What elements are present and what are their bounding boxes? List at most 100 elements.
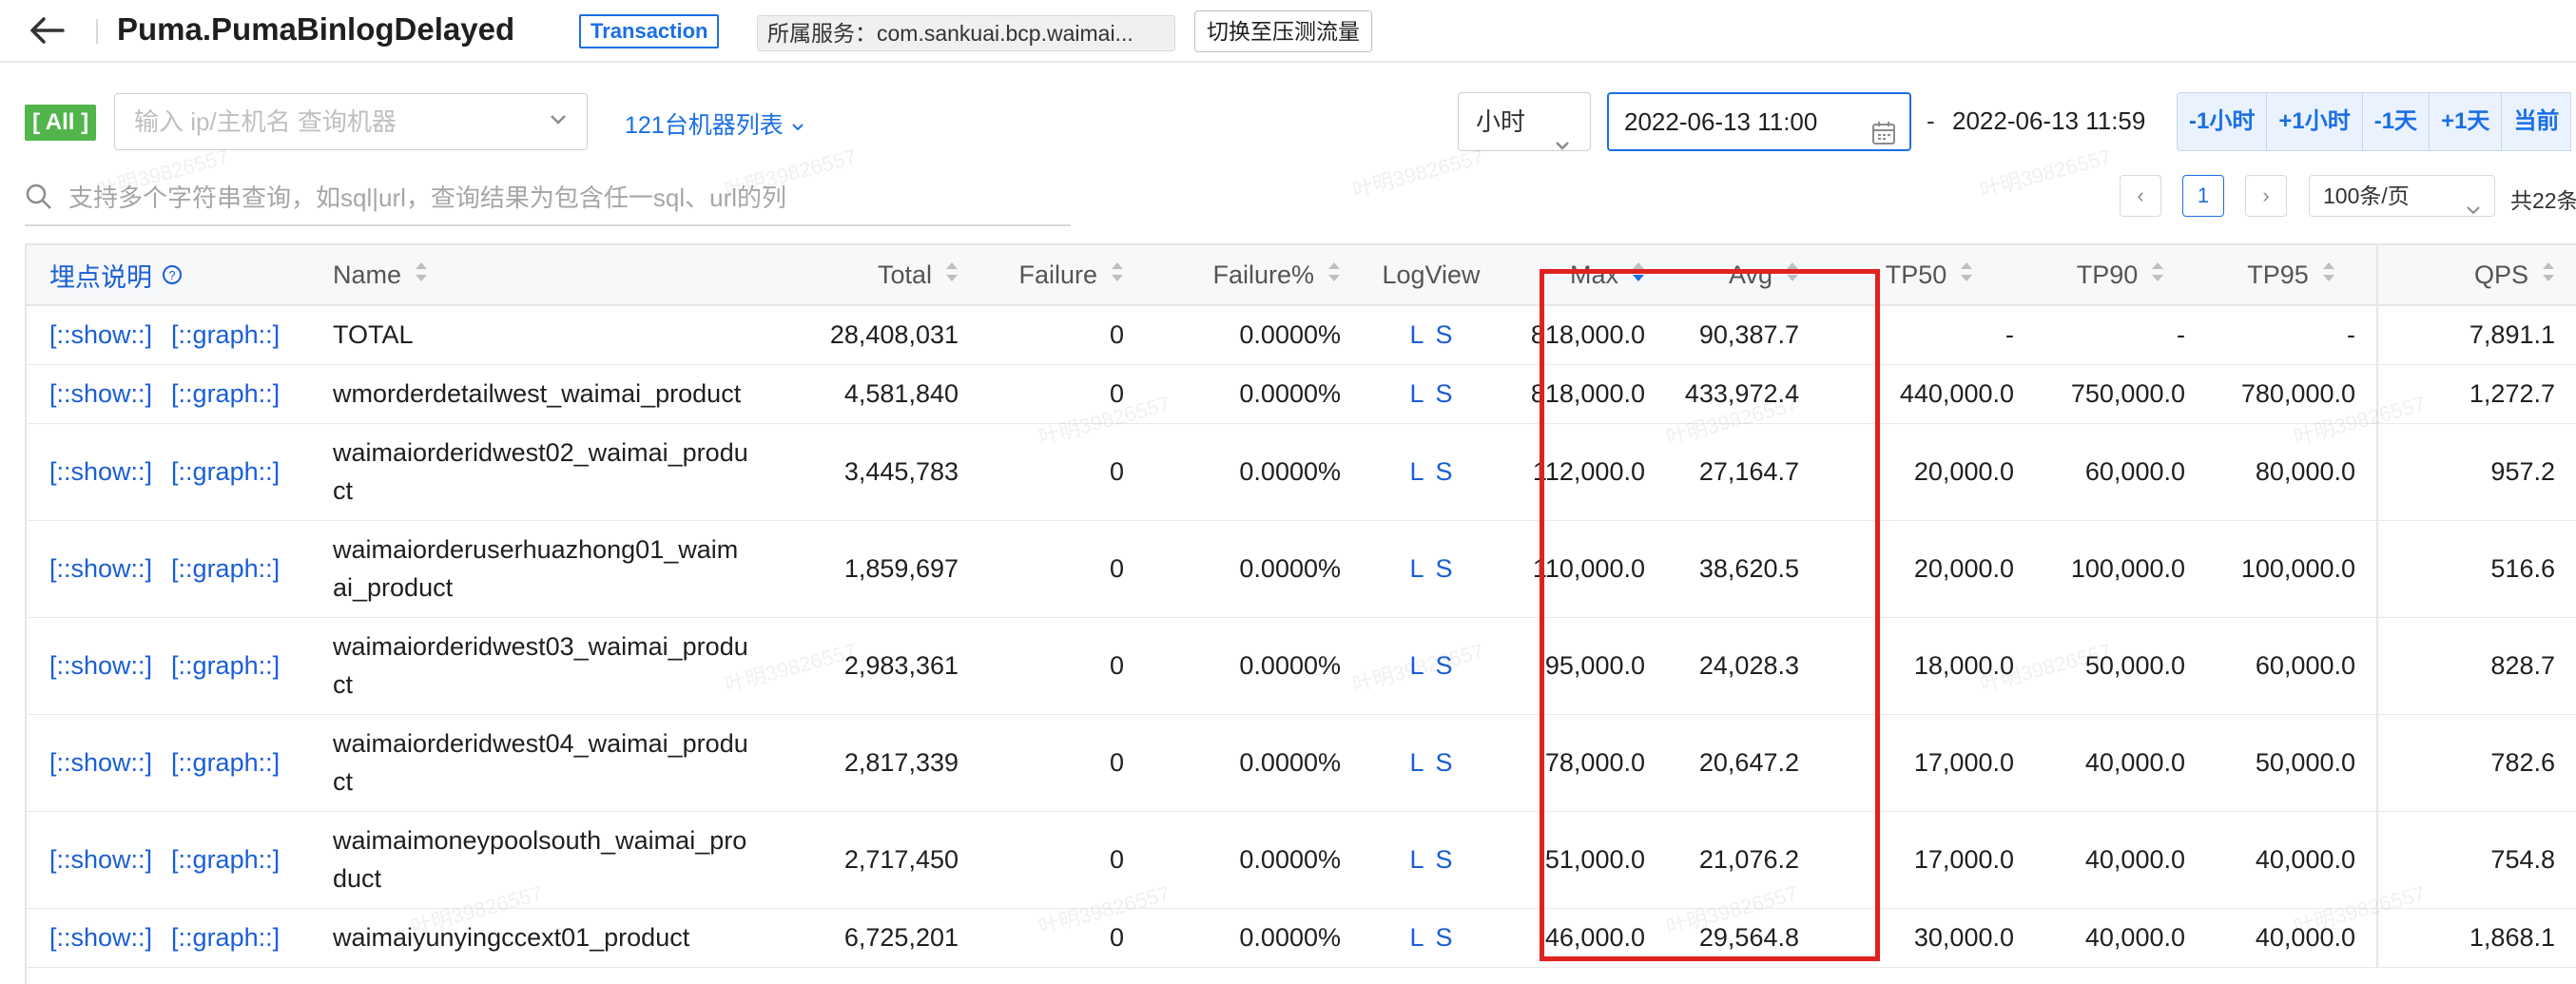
logview-s-link[interactable]: S — [1436, 651, 1453, 680]
logview-l-link[interactable]: L — [1409, 845, 1424, 874]
sort-icon[interactable] — [1327, 260, 1341, 290]
graph-link[interactable]: [::graph::] — [171, 320, 280, 349]
logview-s-link[interactable]: S — [1436, 457, 1453, 486]
tp90-cell: 100,000.0 — [2035, 520, 2206, 618]
graph-link[interactable]: [::graph::] — [171, 845, 280, 874]
col-header-failure-pct[interactable]: Failure% — [1143, 245, 1360, 306]
page-size-select[interactable]: 100条/页 — [2309, 175, 2495, 217]
logview-cell: LS — [1360, 423, 1502, 521]
logview-s-link[interactable]: S — [1436, 748, 1453, 777]
show-link[interactable]: [::show::] — [49, 651, 152, 680]
graph-link[interactable]: [::graph::] — [171, 379, 280, 408]
logview-l-link[interactable]: L — [1409, 320, 1424, 349]
col-header-tp90[interactable]: TP90 — [2035, 245, 2206, 306]
total-cell: 2,717,450 — [761, 811, 978, 909]
logview-l-link[interactable]: L — [1409, 923, 1424, 952]
plus-1-day-button[interactable]: +1天 — [2429, 92, 2503, 151]
svg-text:?: ? — [168, 268, 175, 282]
start-date-value: 2022-06-13 11:00 — [1624, 107, 1818, 136]
sort-desc-icon[interactable] — [1632, 260, 1645, 290]
col-header-qps[interactable]: QPS — [2376, 245, 2576, 306]
current-button[interactable]: 当前 — [2501, 92, 2572, 151]
minus-1-hour-button[interactable]: -1小时 — [2177, 92, 2268, 151]
time-unit-select[interactable]: 小时 — [1458, 92, 1591, 151]
sort-icon[interactable] — [1786, 260, 1799, 290]
col-header-failure[interactable]: Failure — [978, 245, 1143, 306]
show-link[interactable]: [::show::] — [49, 748, 152, 777]
pagination-current-page[interactable]: 1 — [2182, 175, 2224, 217]
col-header-max[interactable]: Max — [1502, 245, 1658, 306]
graph-link[interactable]: [::graph::] — [171, 651, 280, 680]
graph-link[interactable]: [::graph::] — [171, 457, 280, 486]
logview-l-link[interactable]: L — [1409, 554, 1424, 583]
qps-cell: 7,891.1 — [2376, 305, 2576, 365]
col-header-tp50[interactable]: TP50 — [1824, 245, 2035, 306]
logview-l-link[interactable]: L — [1409, 379, 1424, 408]
tp50-cell: 20,000.0 — [1824, 423, 2035, 521]
sort-icon[interactable] — [2322, 260, 2335, 290]
col-header-tp95-label: TP95 — [2247, 260, 2309, 289]
show-link[interactable]: [::show::] — [49, 320, 152, 349]
sort-icon[interactable] — [2542, 260, 2555, 290]
chevron-down-icon — [1554, 114, 1571, 171]
query-search-box — [25, 173, 1071, 226]
date-range-separator: - — [1927, 106, 1935, 135]
graph-link[interactable]: [::graph::] — [171, 748, 280, 777]
col-header-name[interactable]: Name — [333, 245, 761, 306]
sort-icon[interactable] — [1111, 260, 1124, 290]
col-header-tp95[interactable]: TP95 — [2206, 245, 2377, 306]
sort-icon[interactable] — [1960, 260, 1973, 290]
total-cell: 1,859,697 — [761, 520, 978, 618]
minus-1-day-button[interactable]: -1天 — [2361, 92, 2431, 151]
logview-l-link[interactable]: L — [1409, 457, 1424, 486]
pagination-next-button[interactable]: › — [2245, 175, 2287, 217]
show-link[interactable]: [::show::] — [49, 379, 152, 408]
start-date-picker[interactable]: 2022-06-13 11:00 — [1607, 92, 1911, 151]
back-arrow-icon[interactable] — [29, 13, 67, 48]
machine-search-input[interactable] — [132, 106, 532, 138]
machine-search-select[interactable] — [114, 93, 588, 150]
logview-s-link[interactable]: S — [1436, 845, 1453, 874]
header-divider — [96, 19, 98, 44]
qps-cell: 1,272.7 — [2376, 364, 2576, 424]
tracking-cell: [::show::] [::graph::] — [27, 714, 333, 812]
logview-s-link[interactable]: S — [1436, 554, 1453, 583]
graph-link[interactable]: [::graph::] — [171, 923, 280, 952]
col-header-total[interactable]: Total — [761, 245, 978, 306]
name-cell: waimaiorderuserhuazhong01_waimai_product — [333, 520, 761, 618]
qps-cell: 782.6 — [2376, 714, 2576, 812]
name-cell: waimaiorderidwest04_waimai_product — [333, 714, 761, 812]
pagination-prev-button[interactable]: ‹ — [2120, 175, 2161, 217]
switch-traffic-button[interactable]: 切换至压测流量 — [1194, 10, 1372, 52]
logview-l-link[interactable]: L — [1409, 651, 1424, 680]
all-tag[interactable]: [ All ] — [25, 105, 97, 141]
calendar-icon — [1871, 109, 1896, 164]
sort-icon[interactable] — [945, 260, 959, 290]
machine-list-link[interactable]: 121台机器列表 — [625, 106, 805, 141]
col-header-tracking: 埋点说明 ? — [27, 245, 333, 306]
chevron-down-icon — [549, 113, 568, 131]
col-header-avg[interactable]: Avg — [1658, 245, 1824, 306]
logview-cell: LS — [1360, 364, 1502, 424]
sort-icon[interactable] — [2151, 260, 2164, 290]
tp95-cell: 80,000.0 — [2206, 423, 2377, 521]
col-header-tp50-label: TP50 — [1885, 260, 1947, 289]
show-link[interactable]: [::show::] — [49, 554, 152, 583]
failure-pct-cell: 0.0000% — [1143, 423, 1360, 521]
show-link[interactable]: [::show::] — [49, 457, 152, 486]
name-cell: waimaiyunyingccext01_product — [333, 908, 761, 968]
query-search-input[interactable] — [67, 181, 1056, 215]
plus-1-hour-button[interactable]: +1小时 — [2266, 92, 2363, 151]
logview-s-link[interactable]: S — [1436, 320, 1453, 349]
graph-link[interactable]: [::graph::] — [171, 554, 280, 583]
avg-cell: 29,564.8 — [1658, 908, 1824, 968]
show-link[interactable]: [::show::] — [49, 845, 152, 874]
show-link[interactable]: [::show::] — [49, 923, 152, 952]
tp90-cell: 40,000.0 — [2035, 714, 2206, 812]
logview-l-link[interactable]: L — [1409, 748, 1424, 777]
logview-s-link[interactable]: S — [1436, 923, 1453, 952]
sort-icon[interactable] — [415, 260, 428, 290]
tp90-cell: 50,000.0 — [2035, 617, 2206, 715]
logview-s-link[interactable]: S — [1436, 379, 1453, 408]
help-icon[interactable]: ? — [162, 264, 183, 285]
